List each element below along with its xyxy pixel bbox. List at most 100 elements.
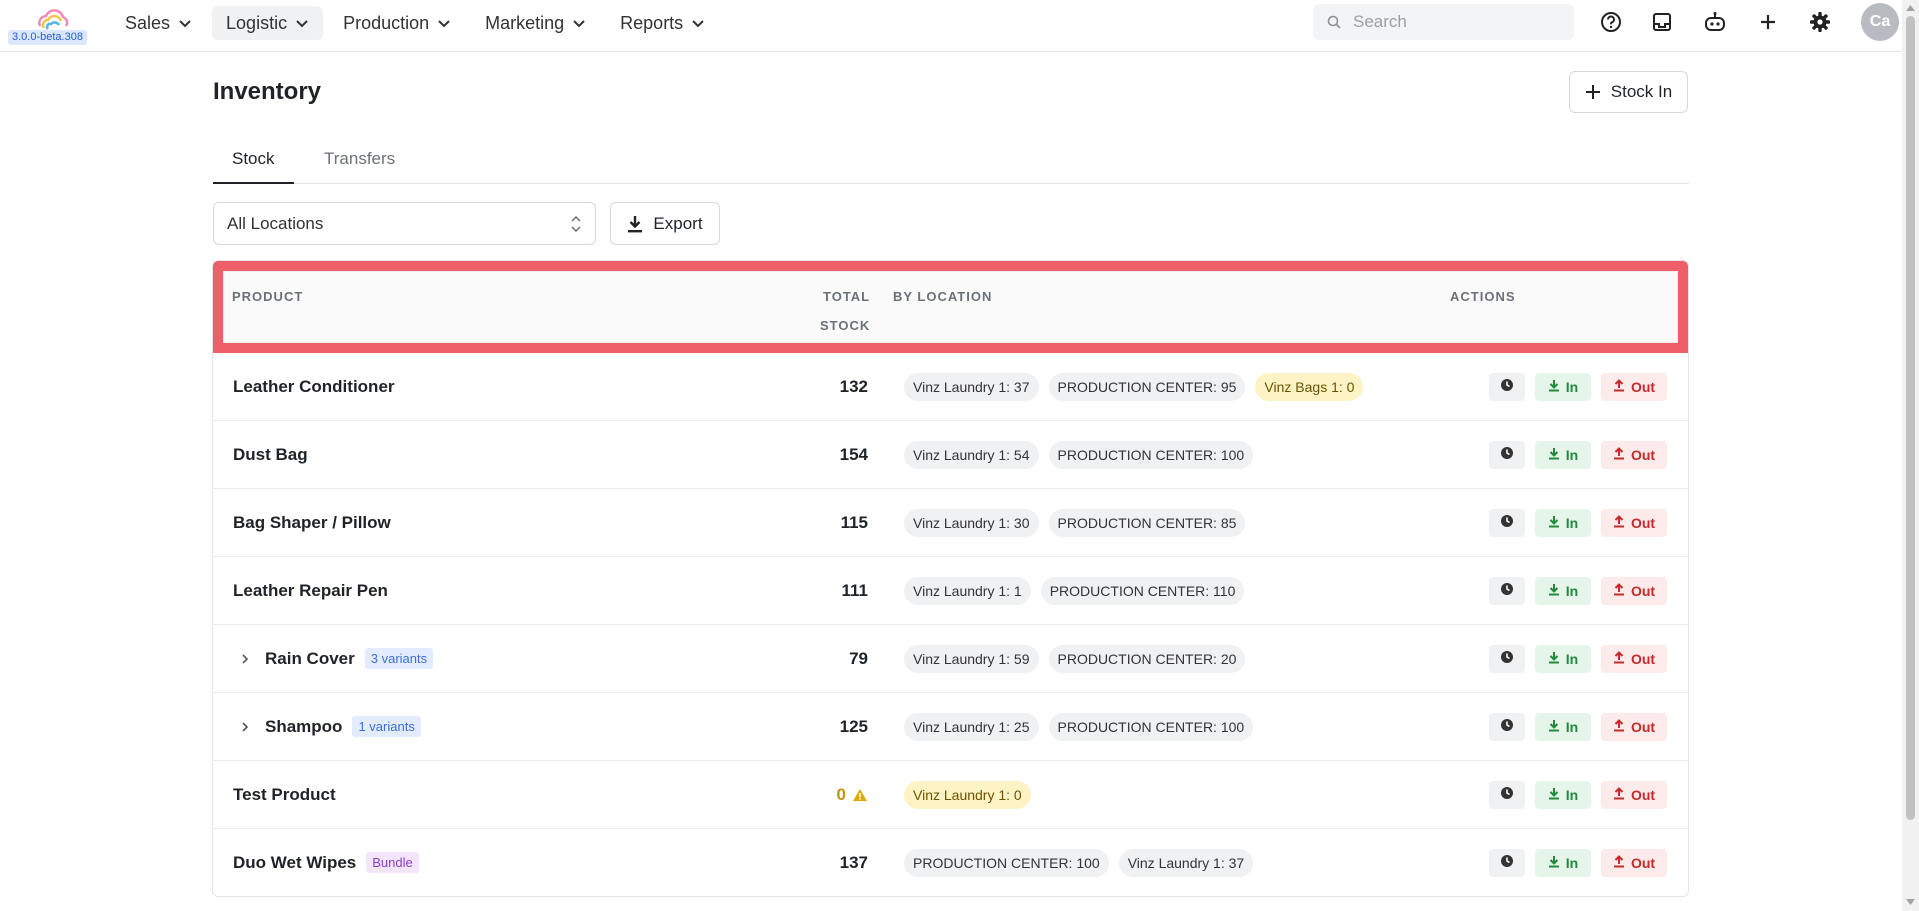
tab-stock[interactable]: Stock (213, 140, 294, 184)
location-select[interactable]: All Locations (213, 202, 596, 245)
product-name-cell: Bag Shaper / Pillow (233, 489, 391, 556)
upload-icon (1613, 854, 1625, 871)
search-icon (1327, 15, 1341, 29)
product-name[interactable]: Shampoo (265, 717, 342, 737)
stock-in-row-button[interactable]: In (1535, 440, 1591, 469)
product-name[interactable]: Rain Cover (265, 649, 355, 669)
clock-icon (1500, 650, 1514, 667)
stock-out-row-button[interactable]: Out (1601, 372, 1667, 401)
scroll-up-arrow-icon[interactable] (1906, 4, 1915, 12)
page-scrollbar[interactable] (1902, 0, 1919, 911)
total-stock-cell: 115 (841, 489, 868, 556)
stock-out-row-button[interactable]: Out (1601, 644, 1667, 673)
product-name-cell: Shampoo 1 variants (233, 693, 421, 760)
search-input[interactable] (1351, 11, 1555, 33)
product-name[interactable]: Leather Repair Pen (233, 581, 388, 601)
stock-out-row-button[interactable]: Out (1601, 780, 1667, 809)
nav-production[interactable]: Production (329, 6, 465, 40)
upload-icon (1613, 718, 1625, 735)
chevron-down-icon (296, 20, 308, 28)
plus-icon[interactable] (1755, 9, 1781, 35)
nav-logistic[interactable]: Logistic (212, 6, 324, 40)
search-box[interactable] (1313, 4, 1574, 40)
product-name[interactable]: Dust Bag (233, 445, 308, 465)
history-button[interactable] (1489, 372, 1525, 401)
clock-icon (1500, 446, 1514, 463)
stock-in-row-button[interactable]: In (1535, 508, 1591, 537)
product-name[interactable]: Leather Conditioner (233, 377, 395, 397)
table-row[interactable]: Leather Conditioner 132 Vinz Laundry 1: 37… (213, 353, 1688, 421)
inbox-icon[interactable] (1649, 9, 1675, 35)
nav-reports[interactable]: Reports (606, 6, 719, 40)
upload-icon (1613, 514, 1625, 531)
stock-in-row-button[interactable]: In (1535, 712, 1591, 741)
stock-in-row-button[interactable]: In (1535, 372, 1591, 401)
location-stock-chip: PRODUCTION CENTER: 110 (1040, 576, 1245, 605)
actions-cell: In Out (1489, 829, 1667, 896)
upload-icon (1613, 650, 1625, 667)
gear-icon[interactable] (1807, 9, 1833, 35)
history-button[interactable] (1489, 848, 1525, 877)
variants-badge: 3 variants (364, 648, 434, 669)
table-row[interactable]: Duo Wet Wipes Bundle 137 PRODUCTION CENTER:… (213, 829, 1688, 896)
product-name[interactable]: Bag Shaper / Pillow (233, 513, 391, 533)
location-stock-chip: PRODUCTION CENTER: 95 (1048, 372, 1246, 401)
total-stock-value: 79 (849, 648, 868, 668)
history-button[interactable] (1489, 508, 1525, 537)
actions-cell: In Out (1489, 625, 1667, 692)
table-row[interactable]: Leather Repair Pen 111 Vinz Laundry 1: 1 PR… (213, 557, 1688, 625)
history-button[interactable] (1489, 644, 1525, 673)
scroll-down-arrow-icon[interactable] (1906, 898, 1915, 906)
download-icon (1548, 379, 1560, 395)
nav-sales[interactable]: Sales (111, 6, 206, 40)
table-row[interactable]: Test Product 0 Vinz Laundry 1: 0 In Out (213, 761, 1688, 829)
cloud-logo-icon[interactable] (34, 6, 72, 32)
chevron-right-icon[interactable] (239, 721, 251, 733)
table-row[interactable]: Shampoo 1 variants 125 Vinz Laundry 1: 25 PR… (213, 693, 1688, 761)
product-name[interactable]: Test Product (233, 785, 336, 805)
history-button[interactable] (1489, 440, 1525, 469)
nav-marketing[interactable]: Marketing (471, 6, 600, 40)
by-location-cell: PRODUCTION CENTER: 100 Vinz Laundry 1: 37 (904, 829, 1254, 896)
table-row[interactable]: Bag Shaper / Pillow 115 Vinz Laundry 1: 30… (213, 489, 1688, 557)
export-button[interactable]: Export (610, 202, 720, 245)
chevron-down-icon (573, 20, 585, 28)
table-row[interactable]: Rain Cover 3 variants 79 Vinz Laundry 1: 59… (213, 625, 1688, 693)
scroll-thumb[interactable] (1906, 16, 1915, 820)
stock-in-row-button[interactable]: In (1535, 780, 1591, 809)
page-title: Inventory (213, 78, 322, 105)
chevron-right-icon[interactable] (239, 653, 251, 665)
history-button[interactable] (1489, 576, 1525, 605)
product-name-cell: Test Product (233, 761, 336, 828)
stock-out-row-button[interactable]: Out (1601, 848, 1667, 877)
table-header: PRODUCT TOTAL STOCK BY LOCATION ACTIONS (213, 261, 1688, 353)
location-select-value: All Locations (227, 213, 324, 233)
by-location-cell: Vinz Laundry 1: 25 PRODUCTION CENTER: 100 (904, 693, 1254, 760)
history-button[interactable] (1489, 712, 1525, 741)
location-stock-chip: Vinz Laundry 1: 59 (904, 644, 1039, 673)
warning-icon (853, 788, 867, 801)
location-stock-chip: PRODUCTION CENTER: 20 (1048, 644, 1246, 673)
history-button[interactable] (1489, 780, 1525, 809)
stock-out-row-button[interactable]: Out (1601, 440, 1667, 469)
robot-icon[interactable] (1702, 9, 1728, 35)
stock-in-row-button[interactable]: In (1535, 848, 1591, 877)
help-icon[interactable] (1598, 9, 1624, 35)
stock-out-row-button[interactable]: Out (1601, 712, 1667, 741)
table-row[interactable]: Dust Bag 154 Vinz Laundry 1: 54 PRODUCTION … (213, 421, 1688, 489)
product-name[interactable]: Duo Wet Wipes (233, 853, 356, 873)
total-stock-cell: 0 (837, 761, 868, 828)
clock-icon (1500, 718, 1514, 735)
user-avatar[interactable]: Ca (1861, 3, 1899, 41)
stock-out-row-button[interactable]: Out (1601, 576, 1667, 605)
by-location-cell: Vinz Laundry 1: 0 (904, 761, 1031, 828)
location-stock-chip: Vinz Bags 1: 0 (1255, 372, 1364, 401)
download-icon (1548, 855, 1560, 871)
tab-transfers[interactable]: Transfers (311, 140, 408, 182)
stock-in-row-button[interactable]: In (1535, 644, 1591, 673)
download-icon (1548, 515, 1560, 531)
stock-in-row-button[interactable]: In (1535, 576, 1591, 605)
stock-out-row-button[interactable]: Out (1601, 508, 1667, 537)
total-stock-value: 125 (839, 716, 868, 736)
stock-in-button[interactable]: Stock In (1569, 71, 1688, 113)
